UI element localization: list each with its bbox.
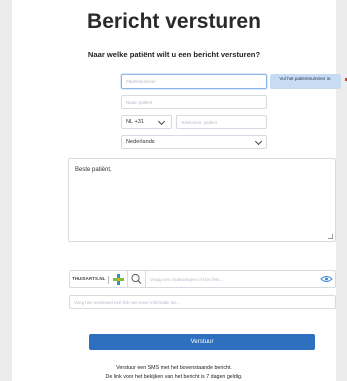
topic-search-input[interactable]: Vraag een onderwerpen of kies hier... (146, 270, 317, 288)
thuisarts-logo: THUISARTS.NL (69, 270, 127, 288)
page-title: Bericht versturen (87, 10, 261, 33)
message-textarea[interactable]: Beste patiënt, (68, 158, 336, 242)
chevron-down-icon (157, 117, 166, 126)
patient-number-placeholder: Patiëntnummer (126, 79, 156, 84)
phone-placeholder: Telefoonnr. patiënt (181, 119, 217, 125)
message-text: Beste patiënt, (75, 167, 112, 173)
search-icon (131, 273, 142, 284)
language-select[interactable]: Nederlands (121, 135, 267, 149)
page: Bericht versturen Naar welke patiënt wil… (12, 0, 347, 381)
country-code-select[interactable]: NL +31 (121, 115, 172, 129)
country-code-value: NL +31 (126, 119, 144, 125)
patient-number-input[interactable]: Patiëntnummer (121, 74, 267, 89)
medical-cross-icon (113, 274, 124, 285)
resize-handle[interactable] (328, 234, 333, 239)
patient-name-input[interactable]: Naam patiënt (121, 95, 267, 109)
patient-name-placeholder: Naam patiënt (126, 99, 153, 105)
sms-note: Verstuur een SMS met het bovenstaande be… (116, 365, 232, 371)
chevron-down-icon (254, 137, 263, 146)
brand-name: THUISARTS.NL (72, 276, 106, 281)
logo-divider (108, 276, 109, 284)
send-button[interactable]: Verstuur (89, 334, 315, 350)
search-button[interactable] (127, 270, 146, 288)
preview-button[interactable] (317, 270, 336, 288)
info-link-input[interactable]: Voeg hier eventueel een link met meer in… (69, 295, 336, 309)
topic-search-placeholder: Vraag een onderwerpen of kies hier... (150, 276, 223, 282)
question-label: Naar welke patiënt wilt u een bericht ve… (87, 50, 261, 59)
phone-input[interactable]: Telefoonnr. patiënt (176, 115, 267, 129)
validity-note: De link voor het bekijken van het berich… (105, 374, 243, 380)
eye-icon (320, 276, 333, 282)
info-link-placeholder: Voeg hier eventueel een link met meer in… (74, 299, 181, 305)
validation-tooltip: Vul het patiëntnummer in. (270, 74, 341, 89)
language-value: Nederlands (126, 139, 155, 145)
